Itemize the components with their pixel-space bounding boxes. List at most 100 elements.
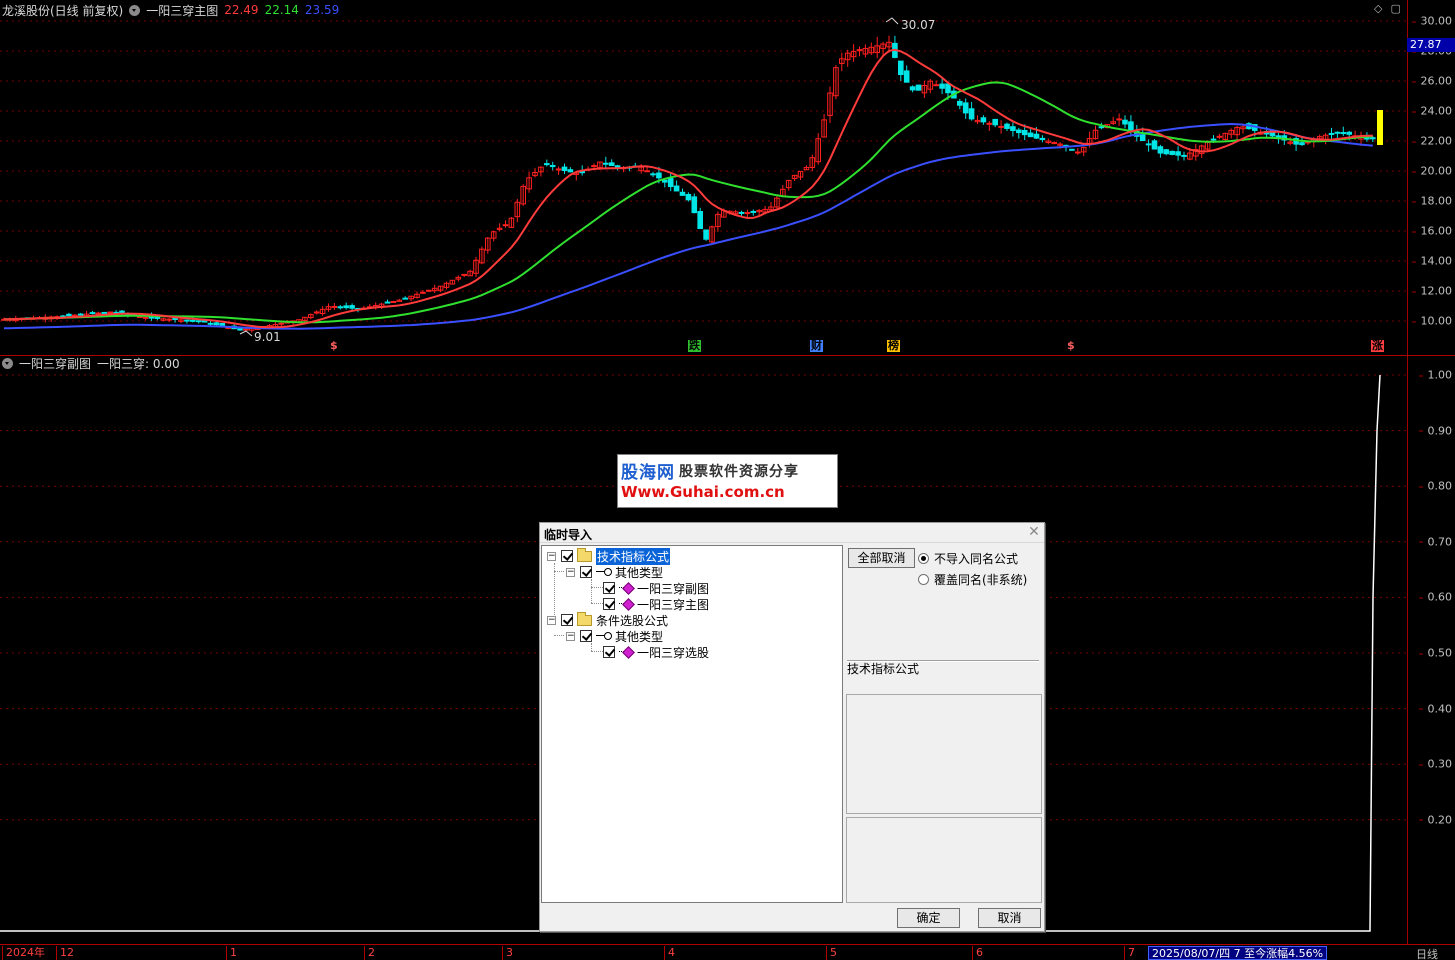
tree-label[interactable]: 一阳三穿选股 [637,644,709,661]
candle-body [685,193,692,201]
radio-overwrite[interactable]: 覆盖同名(非系统) [918,571,1027,588]
formula-tree[interactable]: − 技术指标公式 − 其他类型 一阳三穿副图 一阳三穿主图 − 条件选股公式 −… [541,545,843,903]
collapse-icon[interactable]: − [566,567,575,577]
candle-body [1151,140,1158,150]
candle-body [738,211,745,214]
sub-indicator-menu-icon[interactable] [2,357,13,369]
tree-connector [591,643,592,651]
candle-body [1027,132,1034,138]
price-tick: 10.00 [1411,314,1452,328]
candlestick-chart[interactable]: 30.07 9.01 [0,0,1407,355]
tree-node-screen-formulas[interactable]: − 条件选股公式 [547,611,668,629]
price-tick: 20.00 [1411,164,1452,178]
radio-label[interactable]: 不导入同名公式 [934,550,1018,567]
candle-body [703,229,709,240]
tree-label[interactable]: 一阳三穿主图 [637,596,709,613]
collapse-icon[interactable]: − [547,615,556,625]
event-marker[interactable]: 跌 [688,340,701,352]
tree-label[interactable]: 一阳三穿副图 [637,580,709,597]
radio-skip-duplicates[interactable]: 不导入同名公式 [918,550,1018,567]
time-tick: 5 [826,946,837,960]
period-label[interactable]: 日线 [1416,946,1438,960]
tree-node-sub-chart[interactable]: 一阳三穿副图 [603,580,709,596]
dialog-titlebar[interactable]: 临时导入 ✕ [540,523,1044,543]
tree-connector [554,571,564,572]
sub-value-tick: 0.50 [1418,646,1452,660]
dialog-title: 临时导入 [544,528,593,542]
collapse-icon[interactable]: − [566,631,575,641]
folder-icon [577,547,592,562]
candle-body [697,211,704,230]
candle-body [154,316,161,319]
high-arrow-icon [885,17,899,25]
collapse-icon[interactable]: − [547,551,556,561]
radio-label[interactable]: 覆盖同名(非系统) [934,571,1027,588]
high-price-annotation: 30.07 [901,18,935,32]
candle-body [1216,135,1223,138]
candle-body [1010,126,1016,132]
sub-value-tick: 0.70 [1418,535,1452,549]
price-tick: 14.00 [1411,254,1452,268]
candle-body [992,118,999,126]
candle-body [349,305,355,309]
tree-checkbox[interactable] [603,598,615,610]
window-icon[interactable]: ▢ [1390,2,1400,15]
ma1-line [3,48,1373,329]
tree-checkbox[interactable] [603,582,615,594]
tree-node-main-chart[interactable]: 一阳三穿主图 [603,596,709,612]
radio-icon[interactable] [918,553,929,564]
candle-body [278,322,285,325]
tree-node-other-types-2[interactable]: − 其他类型 [566,628,663,644]
candle-body [1033,133,1040,139]
candle-body [426,289,432,292]
ok-button[interactable]: 确定 [897,908,960,928]
event-marker[interactable]: $ [329,340,339,352]
ma1-value: 22.49 [224,3,259,17]
time-tick: 2 [364,946,375,960]
description-box [846,694,1042,814]
tree-checkbox[interactable] [561,550,573,562]
candle-body [691,196,698,214]
price-tick: 16.00 [1411,224,1452,238]
time-tick: 1 [226,946,237,960]
indicator-menu-icon[interactable] [129,4,141,16]
tree-label[interactable]: 条件选股公式 [596,612,668,629]
tree-node-screener[interactable]: 一阳三穿选股 [603,644,709,660]
cancel-button[interactable]: 取消 [978,908,1041,928]
candle-body [544,163,550,166]
key-icon [596,631,612,641]
tree-checkbox[interactable] [603,646,615,658]
candle-body [337,306,344,309]
sub-value-tick: 0.20 [1418,813,1452,827]
event-marker[interactable]: 榜 [887,340,900,352]
diamond-icon[interactable]: ◇ [1374,2,1382,15]
tree-node-tech-formulas[interactable]: − 技术指标公式 [547,547,671,565]
event-marker[interactable]: 财 [810,340,823,352]
tree-label[interactable]: 其他类型 [615,564,663,581]
tree-node-other-types[interactable]: − 其他类型 [566,564,663,580]
main-indicator-name[interactable]: 一阳三穿主图 [146,2,218,19]
sub-indicator-name[interactable]: 一阳三穿副图 [19,355,91,372]
candle-body [1139,134,1146,142]
event-marker[interactable]: $ [1066,340,1076,352]
candle-body [555,168,562,171]
radio-icon[interactable] [918,574,929,585]
close-icon[interactable]: ✕ [1026,525,1042,541]
top-right-icons: ◇ ▢ [1374,2,1401,15]
time-tick: 2024年 [2,946,45,960]
tree-label[interactable]: 技术指标公式 [596,547,671,565]
tree-checkbox[interactable] [580,630,592,642]
main-chart-pane[interactable]: 30.07 9.01 龙溪股份(日线 前复权) 一阳三穿主图 22.49 22.1… [0,0,1407,355]
price-tick: 12.00 [1411,284,1452,298]
time-tick: 12 [56,946,74,960]
event-marker[interactable]: 涨 [1371,340,1384,352]
candle-body [1334,131,1341,134]
tree-checkbox[interactable] [561,614,573,626]
signal-bar [1377,110,1383,145]
tree-checkbox[interactable] [580,566,592,578]
candle-body [195,320,202,323]
tree-label[interactable]: 其他类型 [615,628,663,645]
uncheck-all-button[interactable]: 全部取消 [848,548,915,568]
candle-body [1098,126,1105,129]
candle-body [461,273,467,276]
